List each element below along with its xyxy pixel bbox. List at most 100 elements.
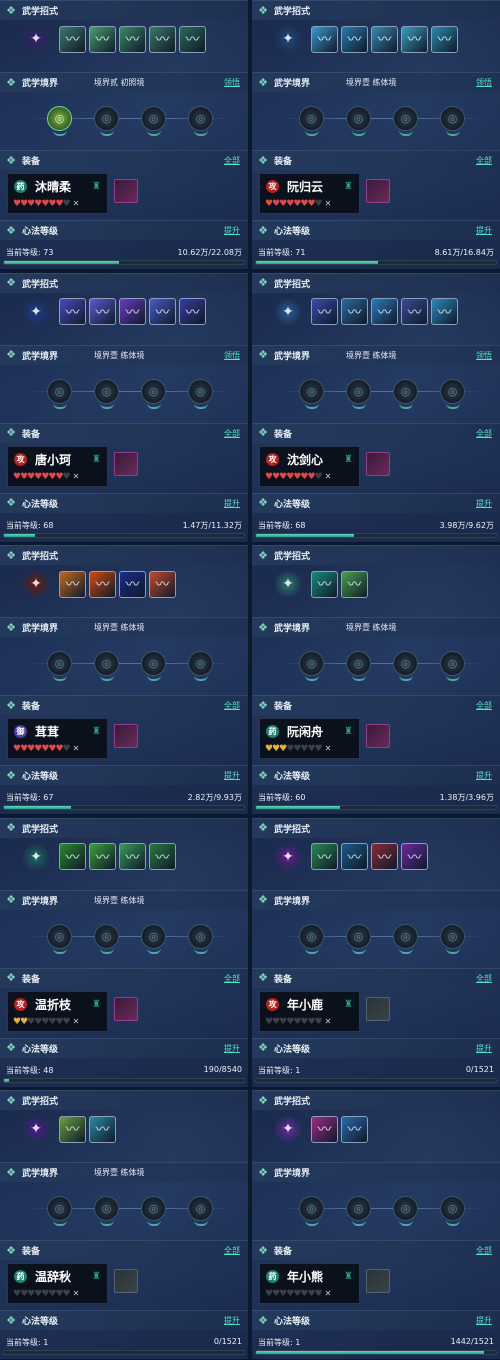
equipment-slot[interactable] — [114, 179, 138, 203]
skill-icon[interactable]: 〰 — [59, 570, 86, 598]
equipment-slot[interactable] — [366, 724, 390, 749]
skill-icon[interactable]: 〰 — [311, 1115, 338, 1143]
realm-node-icon[interactable]: ◎ — [299, 923, 324, 954]
all-link[interactable]: 全部 — [224, 973, 240, 984]
skill-icon-main[interactable]: ✦ — [22, 296, 50, 327]
realm-node-icon[interactable]: ◎ — [440, 923, 465, 954]
character-card[interactable]: 攻 唐小珂 ♜ ♥♥♥♥♥♥♥♥ ✕ — [7, 445, 108, 487]
all-link[interactable]: 全部 — [224, 155, 240, 166]
character-card[interactable]: 攻 年小鹿 ♜ ♥♥♥♥♥♥♥♥ ✕ — [259, 990, 360, 1032]
comprehend-link[interactable]: 领悟 — [476, 77, 492, 88]
skill-icon[interactable]: 〰 — [401, 298, 428, 326]
skill-icon-main[interactable]: ✦ — [22, 24, 50, 54]
skill-icon[interactable]: 〰 — [119, 25, 146, 53]
character-card[interactable]: 药 阮闲舟 ♜ ♥♥♥♥♥♥♥♥ ✕ — [259, 718, 360, 760]
realm-node-icon[interactable]: ◎ — [346, 378, 371, 409]
realm-node-icon[interactable]: ◎ — [94, 378, 119, 409]
skill-icon[interactable]: 〰 — [371, 25, 398, 53]
upgrade-link[interactable]: 提升 — [224, 498, 240, 509]
skill-icon[interactable]: 〰 — [89, 570, 116, 598]
realm-node-icon[interactable]: ◎ — [299, 378, 324, 409]
character-card[interactable]: 药 年小熊 ♜ ♥♥♥♥♥♥♥♥ ✕ — [259, 1263, 360, 1305]
comprehend-link[interactable]: 领悟 — [476, 350, 492, 361]
realm-node-icon[interactable]: ◎ — [188, 378, 213, 409]
upgrade-link[interactable]: 提升 — [224, 225, 240, 236]
equipment-slot[interactable] — [114, 451, 138, 476]
skill-icon[interactable]: 〰 — [341, 570, 368, 598]
equipment-slot[interactable] — [366, 179, 390, 203]
all-link[interactable]: 全部 — [476, 1245, 492, 1256]
realm-node-icon[interactable]: ◎ — [440, 106, 465, 136]
realm-node-icon[interactable]: ◎ — [393, 1196, 418, 1227]
skill-icon[interactable]: 〰 — [119, 298, 146, 326]
all-link[interactable]: 全部 — [224, 428, 240, 439]
skill-icon[interactable]: 〰 — [311, 298, 338, 326]
skill-icon[interactable]: 〰 — [119, 843, 146, 871]
skill-icon[interactable]: 〰 — [179, 25, 206, 53]
skill-icon[interactable]: 〰 — [59, 843, 86, 871]
skill-icon[interactable]: 〰 — [59, 25, 86, 53]
skill-icon[interactable]: 〰 — [311, 843, 338, 871]
all-link[interactable]: 全部 — [476, 155, 492, 166]
upgrade-link[interactable]: 提升 — [476, 1315, 492, 1326]
character-card[interactable]: 攻 阮归云 ♜ ♥♥♥♥♥♥♥♥ ✕ — [259, 173, 360, 214]
realm-node-icon[interactable]: ◎ — [47, 106, 72, 136]
realm-node-icon[interactable]: ◎ — [440, 1196, 465, 1227]
skill-icon[interactable]: 〰 — [371, 843, 398, 871]
equipment-slot[interactable] — [366, 451, 390, 476]
character-card[interactable]: 药 温辞秋 ♜ ♥♥♥♥♥♥♥♥ ✕ — [7, 1263, 108, 1305]
realm-node-icon[interactable]: ◎ — [299, 106, 324, 136]
skill-icon[interactable]: 〰 — [341, 1115, 368, 1143]
skill-icon[interactable]: 〰 — [89, 298, 116, 326]
character-card[interactable]: 御 茸茸 ♜ ♥♥♥♥♥♥♥♥ ✕ — [7, 718, 108, 760]
all-link[interactable]: 全部 — [224, 700, 240, 711]
realm-node-icon[interactable]: ◎ — [299, 1196, 324, 1227]
skill-icon[interactable]: 〰 — [149, 298, 176, 326]
skill-icon[interactable]: 〰 — [431, 25, 458, 53]
realm-node-icon[interactable]: ◎ — [393, 106, 418, 136]
realm-node-icon[interactable]: ◎ — [440, 651, 465, 682]
upgrade-link[interactable]: 提升 — [476, 225, 492, 236]
realm-node-icon[interactable]: ◎ — [346, 106, 371, 136]
skill-icon-main[interactable]: ✦ — [22, 841, 50, 872]
upgrade-link[interactable]: 提升 — [224, 1043, 240, 1054]
skill-icon[interactable]: 〰 — [371, 298, 398, 326]
realm-node-icon[interactable]: ◎ — [393, 923, 418, 954]
realm-node-icon[interactable]: ◎ — [188, 923, 213, 954]
skill-icon-main[interactable]: ✦ — [274, 24, 302, 54]
realm-node-icon[interactable]: ◎ — [94, 923, 119, 954]
skill-icon[interactable]: 〰 — [431, 298, 458, 326]
skill-icon[interactable]: 〰 — [179, 298, 206, 326]
all-link[interactable]: 全部 — [224, 1245, 240, 1256]
skill-icon-main[interactable]: ✦ — [22, 569, 50, 600]
skill-icon-main[interactable]: ✦ — [22, 1114, 50, 1145]
skill-icon[interactable]: 〰 — [341, 298, 368, 326]
all-link[interactable]: 全部 — [476, 428, 492, 439]
skill-icon[interactable]: 〰 — [341, 843, 368, 871]
skill-icon[interactable]: 〰 — [401, 843, 428, 871]
skill-icon[interactable]: 〰 — [149, 570, 176, 598]
skill-icon-main[interactable]: ✦ — [274, 841, 302, 872]
realm-node-icon[interactable]: ◎ — [346, 1196, 371, 1227]
all-link[interactable]: 全部 — [476, 700, 492, 711]
skill-icon-main[interactable]: ✦ — [274, 296, 302, 327]
realm-node-icon[interactable]: ◎ — [47, 378, 72, 409]
comprehend-link[interactable]: 领悟 — [224, 77, 240, 88]
skill-icon[interactable]: 〰 — [311, 570, 338, 598]
skill-icon[interactable]: 〰 — [119, 570, 146, 598]
upgrade-link[interactable]: 提升 — [476, 1043, 492, 1054]
skill-icon[interactable]: 〰 — [89, 843, 116, 871]
skill-icon[interactable]: 〰 — [59, 298, 86, 326]
upgrade-link[interactable]: 提升 — [224, 1315, 240, 1326]
all-link[interactable]: 全部 — [476, 973, 492, 984]
skill-icon[interactable]: 〰 — [89, 25, 116, 53]
upgrade-link[interactable]: 提升 — [224, 770, 240, 781]
character-card[interactable]: 攻 沈剑心 ♜ ♥♥♥♥♥♥♥♥ ✕ — [259, 445, 360, 487]
skill-icon-main[interactable]: ✦ — [274, 1114, 302, 1145]
realm-node-icon[interactable]: ◎ — [393, 651, 418, 682]
comprehend-link[interactable]: 领悟 — [224, 350, 240, 361]
skill-icon-main[interactable]: ✦ — [274, 569, 302, 600]
realm-node-icon[interactable]: ◎ — [141, 923, 166, 954]
realm-node-icon[interactable]: ◎ — [346, 923, 371, 954]
upgrade-link[interactable]: 提升 — [476, 770, 492, 781]
